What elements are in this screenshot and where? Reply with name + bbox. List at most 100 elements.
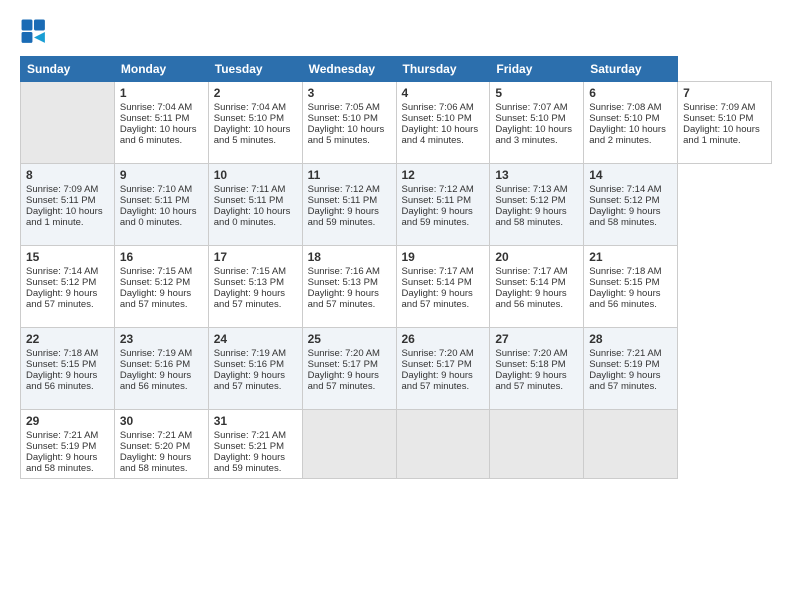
empty-cell [302, 410, 396, 479]
logo-icon [20, 18, 48, 46]
col-header-wednesday: Wednesday [302, 57, 396, 82]
header [20, 18, 772, 46]
daylight-label: Daylight: 10 hours and 2 minutes. [589, 124, 666, 146]
day-number: 2 [214, 86, 297, 100]
sunset: Sunset: 5:10 PM [589, 113, 659, 124]
daylight-label: Daylight: 10 hours and 4 minutes. [402, 124, 479, 146]
empty-cell [396, 410, 490, 479]
daylight-label: Daylight: 9 hours and 56 minutes. [26, 370, 97, 392]
daylight-label: Daylight: 9 hours and 59 minutes. [308, 206, 379, 228]
sunset: Sunset: 5:11 PM [402, 195, 472, 206]
day-cell-11: 11Sunrise: 7:12 AMSunset: 5:11 PMDayligh… [302, 164, 396, 246]
day-number: 3 [308, 86, 391, 100]
sunset: Sunset: 5:16 PM [120, 359, 190, 370]
day-number: 7 [683, 86, 766, 100]
sunset: Sunset: 5:10 PM [683, 113, 753, 124]
sunrise: Sunrise: 7:08 AM [589, 102, 661, 113]
sunset: Sunset: 5:11 PM [308, 195, 378, 206]
day-cell-30: 30Sunrise: 7:21 AMSunset: 5:20 PMDayligh… [114, 410, 208, 479]
header-row: SundayMondayTuesdayWednesdayThursdayFrid… [21, 57, 772, 82]
daylight-label: Daylight: 9 hours and 56 minutes. [120, 370, 191, 392]
day-cell-7: 7Sunrise: 7:09 AMSunset: 5:10 PMDaylight… [678, 82, 772, 164]
day-number: 22 [26, 332, 109, 346]
day-cell-5: 5Sunrise: 7:07 AMSunset: 5:10 PMDaylight… [490, 82, 584, 164]
sunrise: Sunrise: 7:12 AM [402, 184, 474, 195]
sunrise: Sunrise: 7:17 AM [495, 266, 567, 277]
day-number: 12 [402, 168, 485, 182]
day-number: 17 [214, 250, 297, 264]
day-number: 6 [589, 86, 672, 100]
sunrise: Sunrise: 7:13 AM [495, 184, 567, 195]
sunset: Sunset: 5:10 PM [495, 113, 565, 124]
daylight-label: Daylight: 9 hours and 57 minutes. [402, 370, 473, 392]
day-number: 4 [402, 86, 485, 100]
day-number: 5 [495, 86, 578, 100]
sunset: Sunset: 5:12 PM [495, 195, 565, 206]
sunset: Sunset: 5:14 PM [402, 277, 472, 288]
sunrise: Sunrise: 7:20 AM [402, 348, 474, 359]
day-number: 16 [120, 250, 203, 264]
daylight-label: Daylight: 9 hours and 58 minutes. [589, 206, 660, 228]
day-number: 30 [120, 414, 203, 428]
day-cell-3: 3Sunrise: 7:05 AMSunset: 5:10 PMDaylight… [302, 82, 396, 164]
col-header-friday: Friday [490, 57, 584, 82]
sunrise: Sunrise: 7:10 AM [120, 184, 192, 195]
day-cell-2: 2Sunrise: 7:04 AMSunset: 5:10 PMDaylight… [208, 82, 302, 164]
day-number: 19 [402, 250, 485, 264]
day-number: 8 [26, 168, 109, 182]
day-cell-17: 17Sunrise: 7:15 AMSunset: 5:13 PMDayligh… [208, 246, 302, 328]
day-number: 15 [26, 250, 109, 264]
sunset: Sunset: 5:19 PM [589, 359, 659, 370]
day-cell-18: 18Sunrise: 7:16 AMSunset: 5:13 PMDayligh… [302, 246, 396, 328]
daylight-label: Daylight: 9 hours and 59 minutes. [402, 206, 473, 228]
daylight-label: Daylight: 9 hours and 57 minutes. [308, 370, 379, 392]
daylight-label: Daylight: 10 hours and 0 minutes. [120, 206, 197, 228]
sunrise: Sunrise: 7:19 AM [120, 348, 192, 359]
sunset: Sunset: 5:19 PM [26, 441, 96, 452]
day-number: 28 [589, 332, 672, 346]
day-number: 1 [120, 86, 203, 100]
sunrise: Sunrise: 7:20 AM [495, 348, 567, 359]
day-number: 14 [589, 168, 672, 182]
day-cell-14: 14Sunrise: 7:14 AMSunset: 5:12 PMDayligh… [584, 164, 678, 246]
sunrise: Sunrise: 7:19 AM [214, 348, 286, 359]
day-cell-1: 1Sunrise: 7:04 AMSunset: 5:11 PMDaylight… [114, 82, 208, 164]
empty-cell [21, 82, 115, 164]
day-cell-26: 26Sunrise: 7:20 AMSunset: 5:17 PMDayligh… [396, 328, 490, 410]
day-number: 21 [589, 250, 672, 264]
page: SundayMondayTuesdayWednesdayThursdayFrid… [0, 0, 792, 612]
sunrise: Sunrise: 7:04 AM [120, 102, 192, 113]
day-number: 26 [402, 332, 485, 346]
day-cell-21: 21Sunrise: 7:18 AMSunset: 5:15 PMDayligh… [584, 246, 678, 328]
sunrise: Sunrise: 7:09 AM [683, 102, 755, 113]
sunrise: Sunrise: 7:18 AM [26, 348, 98, 359]
day-cell-25: 25Sunrise: 7:20 AMSunset: 5:17 PMDayligh… [302, 328, 396, 410]
logo [20, 18, 52, 46]
daylight-label: Daylight: 9 hours and 57 minutes. [589, 370, 660, 392]
day-cell-16: 16Sunrise: 7:15 AMSunset: 5:12 PMDayligh… [114, 246, 208, 328]
day-number: 18 [308, 250, 391, 264]
sunrise: Sunrise: 7:21 AM [120, 430, 192, 441]
daylight-label: Daylight: 9 hours and 57 minutes. [214, 370, 285, 392]
empty-cell [490, 410, 584, 479]
sunset: Sunset: 5:11 PM [120, 195, 190, 206]
day-cell-10: 10Sunrise: 7:11 AMSunset: 5:11 PMDayligh… [208, 164, 302, 246]
sunset: Sunset: 5:17 PM [308, 359, 378, 370]
day-cell-23: 23Sunrise: 7:19 AMSunset: 5:16 PMDayligh… [114, 328, 208, 410]
day-cell-24: 24Sunrise: 7:19 AMSunset: 5:16 PMDayligh… [208, 328, 302, 410]
daylight-label: Daylight: 10 hours and 1 minute. [26, 206, 103, 228]
sunset: Sunset: 5:14 PM [495, 277, 565, 288]
day-cell-6: 6 Sunrise: 7:08 AMSunset: 5:10 PMDaylight… [584, 82, 678, 164]
day-cell-13: 13Sunrise: 7:13 AMSunset: 5:12 PMDayligh… [490, 164, 584, 246]
day-number: 10 [214, 168, 297, 182]
sunrise: Sunrise: 7:04 AM [214, 102, 286, 113]
daylight-label: Daylight: 9 hours and 56 minutes. [495, 288, 566, 310]
week-row-1: 1Sunrise: 7:04 AMSunset: 5:11 PMDaylight… [21, 82, 772, 164]
sunrise: Sunrise: 7:09 AM [26, 184, 98, 195]
day-number: 25 [308, 332, 391, 346]
col-header-sunday: Sunday [21, 57, 115, 82]
daylight-label: Daylight: 9 hours and 58 minutes. [120, 452, 191, 474]
sunrise: Sunrise: 7:15 AM [120, 266, 192, 277]
sunset: Sunset: 5:11 PM [120, 113, 190, 124]
daylight-label: Daylight: 9 hours and 57 minutes. [26, 288, 97, 310]
